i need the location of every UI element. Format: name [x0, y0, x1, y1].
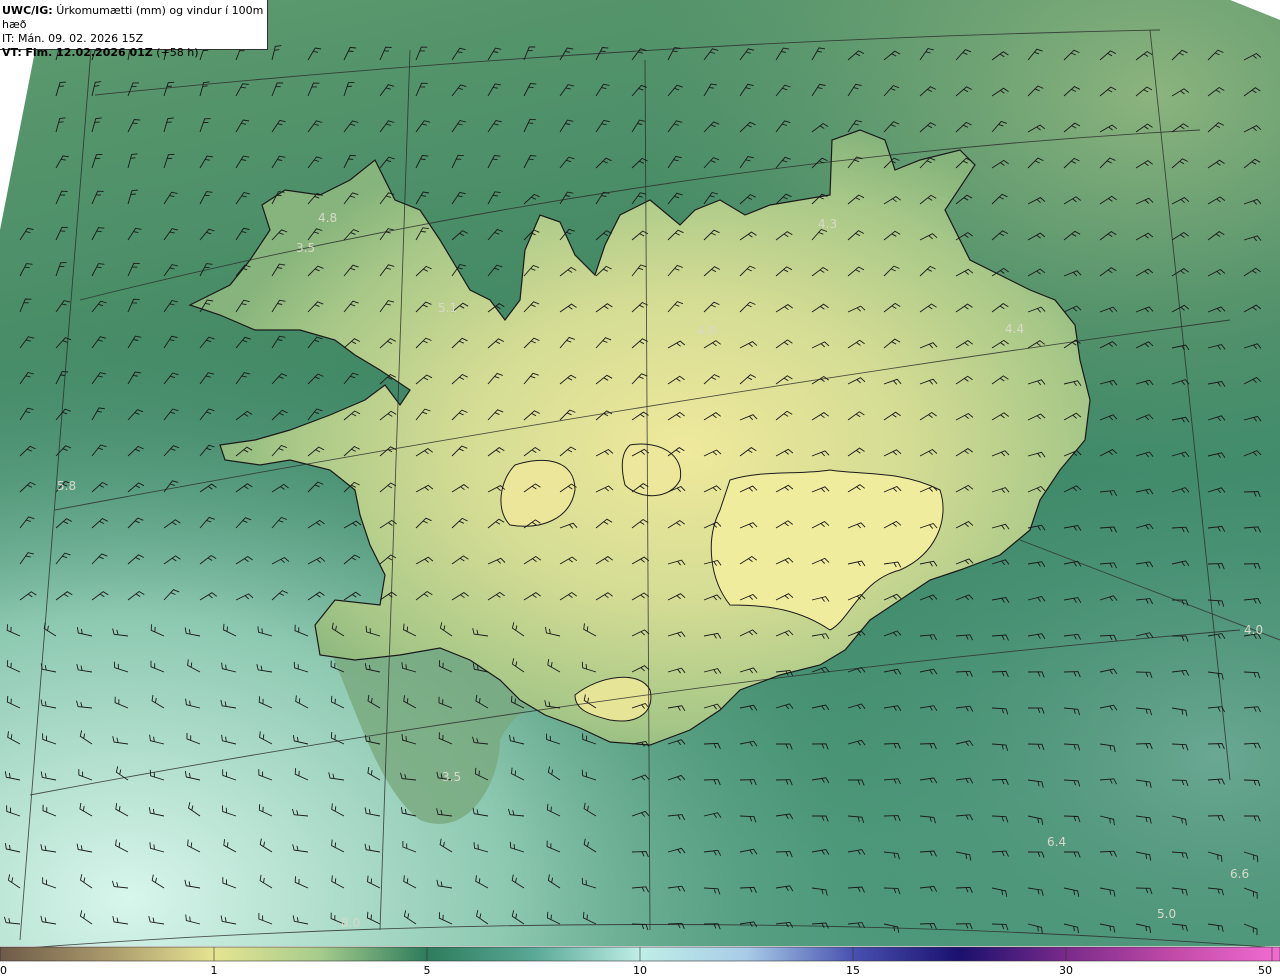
value-label: 5.8 [57, 479, 76, 493]
value-label: 3.5 [442, 770, 461, 784]
value-label: 5.0 [1157, 907, 1176, 921]
value-label: 8.0 [341, 916, 360, 930]
value-label: 4.3 [818, 217, 837, 231]
value-label: 4.0 [1244, 623, 1263, 637]
value-label: 5.1 [438, 301, 457, 315]
weather-map: 4.8 3.5 5.1 4.3 4.8 4.4 5.8 4.0 3.5 6.4 … [0, 0, 1280, 978]
it-value: Mán. 09. 02. 2026 15Z [17, 32, 144, 45]
it-line: IT: Mán. 09. 02. 2026 15Z [2, 32, 267, 46]
it-label: IT: [2, 32, 15, 45]
value-label: 6.6 [1230, 867, 1249, 881]
colorbar-tick-label: 30 [1059, 964, 1073, 977]
value-label: 3.5 [296, 241, 315, 255]
model-label: UWC/IG: [2, 4, 53, 17]
value-label: 4.8 [318, 211, 337, 225]
map-canvas: 4.8 3.5 5.1 4.3 4.8 4.4 5.8 4.0 3.5 6.4 … [0, 0, 1280, 978]
vt-value: Fim. 12.02.2026 01Z [25, 46, 153, 59]
info-box: UWC/IG: Úrkomumætti (mm) og vindur í 100… [0, 0, 268, 59]
colorbar-tick-label: 0 [0, 964, 7, 977]
colorbar-tick-label: 15 [846, 964, 860, 977]
colorbar-tick-label: 1 [211, 964, 218, 977]
value-label: 4.8 [697, 324, 716, 338]
colorbar-tick-label: 10 [633, 964, 647, 977]
vt-offset: (+58 h) [156, 46, 199, 59]
title-line: UWC/IG: Úrkomumætti (mm) og vindur í 100… [2, 4, 267, 32]
value-label: 4.4 [1005, 322, 1024, 336]
vt-label: VT: [2, 46, 22, 59]
vt-line: VT: Fim. 12.02.2026 01Z (+58 h) [2, 46, 267, 60]
value-label: 6.4 [1047, 835, 1066, 849]
colorbar-tick-label: 50 [1258, 964, 1272, 977]
colorbar-tick-label: 5 [424, 964, 431, 977]
